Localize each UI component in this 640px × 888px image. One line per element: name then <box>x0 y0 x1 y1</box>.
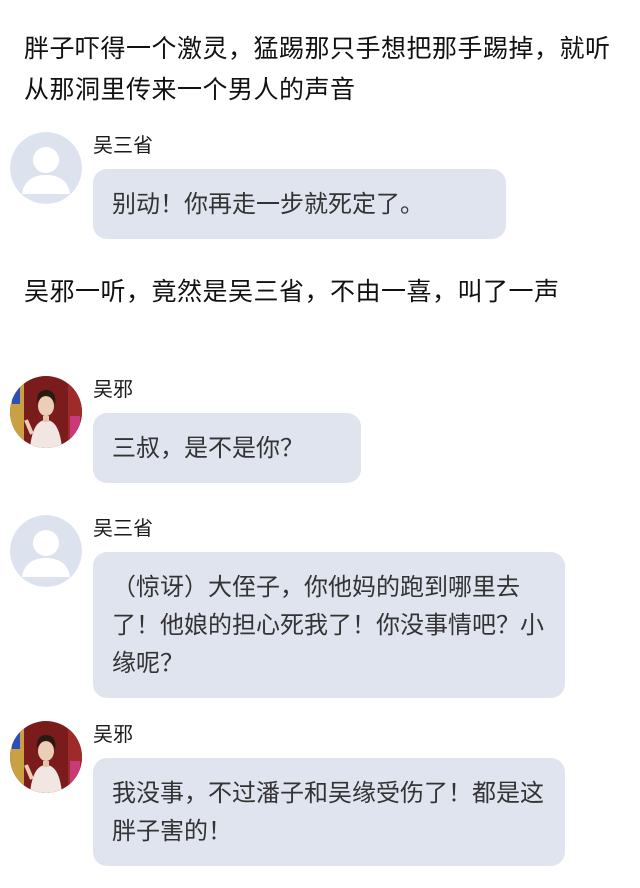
sender-name: 吴三省 <box>93 133 153 157</box>
message-bubble: 我没事，不过潘子和吴缘受伤了！都是这胖子害的！ <box>93 758 565 866</box>
character-photo-avatar-icon[interactable] <box>10 721 82 793</box>
sender-name: 吴三省 <box>93 516 153 540</box>
narration-text: 吴邪一听，竟然是吴三省，不由一喜，叫了一声 <box>24 277 560 306</box>
character-photo-avatar-icon[interactable] <box>10 376 82 448</box>
default-user-avatar-icon[interactable] <box>10 132 82 204</box>
message-bubble: （惊讶）大侄子，你他妈的跑到哪里去了！他娘的担心死我了！你没事情吧？小缘呢？ <box>93 552 565 698</box>
sender-name: 吴邪 <box>93 722 133 746</box>
sender-name: 吴邪 <box>93 377 133 401</box>
message-bubble: 别动！你再走一步就死定了。 <box>93 169 506 239</box>
narration-text: 胖子吓得一个激灵，猛踢那只手想把那手踢掉，就听从那洞里传来一个男人的声音 <box>24 34 611 104</box>
message-bubble: 三叔，是不是你？ <box>93 413 361 483</box>
default-user-avatar-icon[interactable] <box>10 515 82 587</box>
